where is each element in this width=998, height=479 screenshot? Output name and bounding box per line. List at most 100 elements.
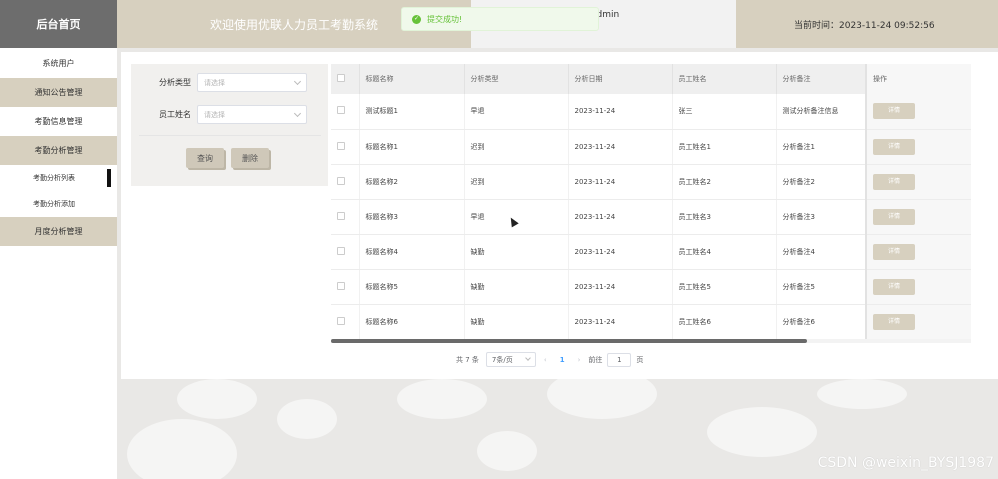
chevron-down-icon <box>293 109 302 117</box>
row-checkbox[interactable] <box>337 176 345 185</box>
col-header-title: 标题名称 <box>359 64 465 94</box>
cell-title: 标题名称3 <box>359 199 465 235</box>
row-select-cell <box>331 304 360 340</box>
delete-button[interactable]: 删除 <box>231 148 269 168</box>
row-select-cell <box>331 234 360 270</box>
page-suffix: 页 <box>636 355 644 364</box>
cell-actions: 详情 <box>865 199 971 235</box>
cell-actions: 详情 <box>865 94 971 130</box>
cell-title: 测试标题1 <box>359 94 465 130</box>
cell-remark: 分析备注4 <box>776 234 867 270</box>
row-checkbox[interactable] <box>337 246 345 255</box>
page-number-current[interactable]: 1 <box>560 356 565 364</box>
row-select-cell <box>331 129 360 165</box>
table-row: 测试标题1 早退 2023-11-24 张三 测试分析备注信息 详情 <box>331 94 971 130</box>
cell-remark: 分析备注1 <box>776 129 867 165</box>
employee-name-select[interactable]: 请选择 <box>197 105 307 124</box>
query-button[interactable]: 查询 <box>186 148 224 168</box>
row-checkbox[interactable] <box>337 211 345 220</box>
cell-name: 员工姓名2 <box>672 164 777 200</box>
employee-name-placeholder: 请选择 <box>204 110 225 119</box>
goto-label: 前往 <box>588 355 603 364</box>
col-header-type: 分析类型 <box>464 64 569 94</box>
cell-title: 标题名称6 <box>359 304 465 340</box>
cell-date: 2023-11-24 <box>568 164 673 200</box>
row-checkbox[interactable] <box>337 281 345 290</box>
cell-type: 早退 <box>464 94 569 130</box>
sidebar-subitem-analysis-list[interactable]: 考勤分析列表 <box>0 165 117 191</box>
cell-actions: 详情 <box>865 269 971 305</box>
detail-button[interactable]: 详情 <box>873 278 915 295</box>
cell-date: 2023-11-24 <box>568 304 673 340</box>
detail-button[interactable]: 详情 <box>873 173 915 190</box>
cell-remark: 分析备注3 <box>776 199 867 235</box>
sidebar-item-attendance-info[interactable]: 考勤信息管理 <box>0 107 117 136</box>
cell-actions: 详情 <box>865 164 971 200</box>
col-header-date: 分析日期 <box>568 64 673 94</box>
row-checkbox[interactable] <box>337 141 345 150</box>
pagination: 共 7 条 7条/页 ‹ 1 › 前往 1 页 <box>456 352 643 367</box>
employee-name-label: 员工姓名 <box>159 110 191 119</box>
cell-date: 2023-11-24 <box>568 269 673 305</box>
analysis-type-select[interactable]: 请选择 <box>197 73 307 92</box>
sidebar-item-notice-management[interactable]: 通知公告管理 <box>0 78 117 107</box>
check-circle-icon: ✓ <box>412 14 421 24</box>
table-header-row: 标题名称 分析类型 分析日期 员工姓名 分析备注 操作 <box>331 64 971 94</box>
cell-name: 员工姓名4 <box>672 234 777 270</box>
cell-type: 早退 <box>464 199 569 235</box>
watermark: CSDN @weixin_BYSJ1987 <box>817 455 994 471</box>
cell-type: 迟到 <box>464 164 569 200</box>
cell-date: 2023-11-24 <box>568 199 673 235</box>
goto-page-value: 1 <box>617 355 622 364</box>
cell-title: 标题名称5 <box>359 269 465 305</box>
row-checkbox[interactable] <box>337 106 345 115</box>
table-row: 标题名称5 缺勤 2023-11-24 员工姓名5 分析备注5 详情 <box>331 269 971 305</box>
cell-type: 迟到 <box>464 129 569 165</box>
search-divider <box>139 135 321 136</box>
detail-button[interactable]: 详情 <box>873 313 915 330</box>
cell-type: 缺勤 <box>464 304 569 340</box>
sidebar-subitem-analysis-add[interactable]: 考勤分析添加 <box>0 191 117 217</box>
row-checkbox[interactable] <box>337 316 345 325</box>
detail-button[interactable]: 详情 <box>873 208 915 225</box>
detail-button[interactable]: 详情 <box>873 103 915 120</box>
row-select-cell <box>331 94 360 130</box>
sidebar-item-monthly-analysis[interactable]: 月度分析管理 <box>0 217 117 246</box>
cell-type: 缺勤 <box>464 269 569 305</box>
cell-name: 张三 <box>672 94 777 130</box>
sidebar-item-attendance-analysis[interactable]: 考勤分析管理 <box>0 136 117 165</box>
cell-date: 2023-11-24 <box>568 234 673 270</box>
prev-page-button[interactable]: ‹ <box>544 356 547 364</box>
horizontal-scrollbar[interactable] <box>331 339 971 343</box>
scrollbar-thumb[interactable] <box>331 339 807 343</box>
cell-remark: 分析备注6 <box>776 304 867 340</box>
table-row: 标题名称3 早退 2023-11-24 员工姓名3 分析备注3 详情 <box>331 199 971 235</box>
cell-title: 标题名称4 <box>359 234 465 270</box>
col-header-name: 员工姓名 <box>672 64 777 94</box>
detail-button[interactable]: 详情 <box>873 138 915 155</box>
next-page-button[interactable]: › <box>578 356 581 364</box>
current-time: 当前时间：2023-11-24 09:52:56 <box>736 0 998 48</box>
analysis-type-label: 分析类型 <box>159 78 191 87</box>
cell-actions: 详情 <box>865 234 971 270</box>
select-all-checkbox[interactable] <box>337 74 345 82</box>
toast-message: 提交成功! <box>427 14 463 24</box>
cell-type: 缺勤 <box>464 234 569 270</box>
row-select-cell <box>331 269 360 305</box>
brand-title[interactable]: 后台首页 <box>0 0 117 48</box>
col-header-actions: 操作 <box>865 64 971 94</box>
cell-title: 标题名称1 <box>359 129 465 165</box>
table-row: 标题名称4 缺勤 2023-11-24 员工姓名4 分析备注4 详情 <box>331 234 971 270</box>
select-all-cell <box>331 64 360 94</box>
row-select-cell <box>331 164 360 200</box>
goto-page-input[interactable]: 1 <box>607 352 632 367</box>
cell-remark: 分析备注2 <box>776 164 867 200</box>
cell-actions: 详情 <box>865 304 971 340</box>
sidebar-item-system-users[interactable]: 系统用户 <box>0 48 117 78</box>
col-header-remark: 分析备注 <box>776 64 867 94</box>
detail-button[interactable]: 详情 <box>873 243 915 260</box>
cell-date: 2023-11-24 <box>568 94 673 130</box>
cell-name: 员工姓名6 <box>672 304 777 340</box>
cell-title: 标题名称2 <box>359 164 465 200</box>
page-size-select[interactable]: 7条/页 <box>485 352 536 367</box>
